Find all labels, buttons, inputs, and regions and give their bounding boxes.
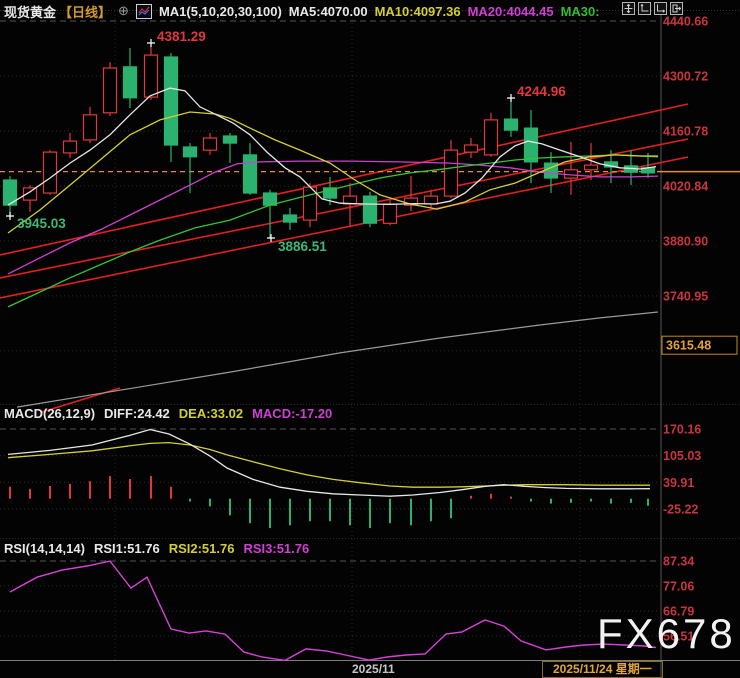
pan-icon[interactable]	[622, 2, 635, 15]
trendline[interactable]	[0, 156, 689, 299]
y-axis-label: 4020.84	[663, 180, 708, 194]
fx678-watermark: FX678	[597, 610, 736, 657]
boxed-axis-label: 3615.48	[666, 339, 711, 353]
candle-body[interactable]	[382, 203, 398, 224]
candle-body[interactable]	[163, 56, 179, 146]
x-axis-current-date-label[interactable]: 2025/11/24 星期一	[542, 661, 663, 678]
rsi-panel-header: RSI(14,14,14) RSI1:51.76 RSI2:51.76 RSI3…	[4, 541, 309, 556]
macd-dea-value: DEA:33.02	[178, 406, 244, 421]
candle-body[interactable]	[122, 66, 138, 99]
trendline[interactable]	[0, 138, 689, 279]
y-axis-label: 3880.90	[663, 234, 708, 248]
macd-panel-header: MACD(26,12,9) DIFF:24.42 DEA:33.02 MACD:…	[4, 406, 332, 421]
macd-diff-value: DIFF:24.42	[104, 406, 170, 421]
scale-x-axis-icon[interactable]	[654, 2, 667, 15]
line	[16, 311, 659, 408]
price-annotation: 4381.29	[157, 29, 206, 44]
line	[7, 111, 658, 234]
y-axis-label: 4300.72	[663, 70, 708, 84]
line	[7, 441, 650, 488]
candle-body[interactable]	[62, 140, 78, 154]
scale-y-axis-icon[interactable]	[638, 2, 651, 15]
candle-body[interactable]	[242, 154, 258, 194]
candle-body[interactable]	[42, 151, 58, 194]
ma-settings-label[interactable]: MA1(5,10,20,30,100)	[159, 4, 282, 19]
candle-body[interactable]	[463, 144, 479, 153]
page-title: 现货黄金	[4, 4, 57, 20]
y-axis-label: 77.06	[663, 580, 694, 594]
macd-macd-value: MACD:-17.20	[252, 406, 333, 421]
candle-body[interactable]	[82, 114, 98, 141]
candle-body[interactable]	[423, 195, 439, 205]
price-annotation: 3886.51	[278, 239, 327, 254]
macd-params[interactable]: MACD(26,12,9)	[4, 406, 95, 421]
y-axis-label: 170.16	[663, 423, 701, 437]
trendline[interactable]	[0, 103, 689, 256]
y-axis-label: 39.91	[663, 476, 694, 490]
ma5-value: MA5:4070.00	[288, 3, 368, 19]
trading-chart-app: 4440.66 4300.72 4160.78 4020.84 3880.90 3740.…	[0, 0, 740, 678]
candle-body[interactable]	[182, 146, 198, 158]
y-axis-label: 4440.66	[663, 15, 708, 29]
period-tag[interactable]: 【日线】	[59, 2, 111, 21]
candle-body[interactable]	[523, 127, 539, 163]
candle-body[interactable]	[583, 164, 599, 171]
y-axis-label: 3740.95	[663, 289, 708, 303]
candle-body[interactable]	[102, 67, 118, 114]
ma30-value: MA30:	[560, 3, 600, 19]
add-indicator-icon[interactable]: ⊕	[118, 3, 129, 19]
candle-body[interactable]	[282, 214, 298, 223]
candle-body[interactable]	[362, 195, 378, 224]
rsi3-value: RSI3:51.76	[243, 541, 310, 556]
candle-body[interactable]	[443, 149, 459, 197]
y-axis-label: 87.34	[663, 555, 694, 569]
collapse-right-icon[interactable]	[670, 2, 683, 15]
candle-body[interactable]	[222, 135, 238, 144]
candle-body[interactable]	[483, 119, 499, 156]
rsi1-value: RSI1:51.76	[93, 541, 160, 556]
x-axis-month-label: 2025/11	[352, 662, 395, 676]
chart-header: 现货黄金 【日线】 ⊕ MA1(5,10,20,30,100) MA5:4070.…	[4, 2, 600, 20]
line	[7, 428, 651, 497]
extreme-marker-cross	[6, 212, 14, 220]
chart-toolbar	[622, 2, 683, 15]
candle-body[interactable]	[202, 137, 218, 151]
line	[9, 560, 657, 662]
y-axis-label: -25.22	[663, 503, 698, 517]
ma20-value: MA20:4044.45	[467, 3, 554, 19]
ma10-value: MA10:4097.36	[374, 3, 461, 19]
y-axis-label: 4160.78	[663, 125, 708, 139]
candle-body[interactable]	[503, 118, 519, 131]
y-axis-label: 105.03	[663, 449, 701, 463]
rsi-params[interactable]: RSI(14,14,14)	[4, 541, 85, 556]
rsi2-value: RSI2:51.76	[168, 541, 235, 556]
chart-canvas[interactable]: 4440.66 4300.72 4160.78 4020.84 3880.90 3740.…	[0, 0, 740, 678]
extreme-marker-cross	[507, 94, 515, 102]
price-annotation: 4244.96	[517, 84, 566, 99]
mini-chart-icon[interactable]	[135, 3, 152, 19]
candle-body[interactable]	[143, 54, 159, 98]
line	[7, 154, 659, 308]
price-annotation: 3945.03	[17, 216, 66, 231]
extreme-marker-cross	[147, 39, 155, 47]
